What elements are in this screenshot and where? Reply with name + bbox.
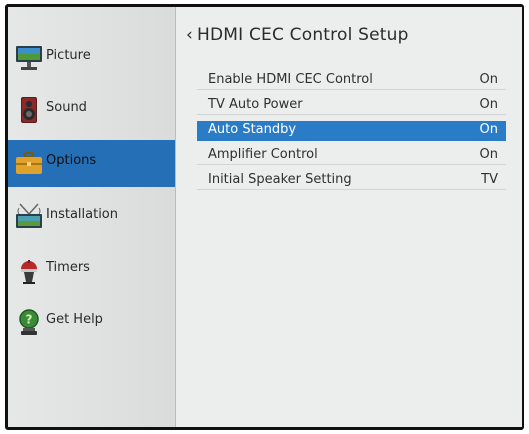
sidebar: Picture Sound Options Installation Timer… bbox=[8, 7, 175, 427]
setting-value: On bbox=[479, 72, 498, 87]
setting-row-tv-auto-power[interactable]: TV Auto Power On bbox=[197, 96, 506, 115]
setting-row-amplifier-control[interactable]: Amplifier Control On bbox=[197, 146, 506, 165]
menu-panel: Picture Sound Options Installation Timer… bbox=[8, 7, 522, 427]
setting-label: Amplifier Control bbox=[208, 147, 318, 162]
setting-label: Auto Standby bbox=[208, 122, 297, 137]
setting-row-auto-standby[interactable]: Auto Standby On bbox=[197, 121, 506, 141]
sidebar-item-picture[interactable]: Picture bbox=[8, 35, 175, 81]
help-icon: ? bbox=[15, 307, 43, 337]
sidebar-divider bbox=[175, 7, 176, 427]
page-title-text: HDMI CEC Control Setup bbox=[197, 25, 409, 45]
setting-value: On bbox=[479, 147, 498, 162]
page-title: ‹ HDMI CEC Control Setup bbox=[186, 25, 409, 45]
sidebar-item-timers[interactable]: Timers bbox=[8, 247, 175, 293]
sidebar-item-label: Get Help bbox=[46, 312, 103, 327]
sidebar-item-options[interactable]: Options bbox=[8, 140, 175, 187]
timer-icon bbox=[15, 255, 43, 285]
sidebar-item-label: Picture bbox=[46, 48, 91, 63]
setting-label: Enable HDMI CEC Control bbox=[208, 72, 373, 87]
svg-text:?: ? bbox=[26, 313, 33, 327]
tv-screen: Picture Sound Options Installation Timer… bbox=[5, 4, 524, 430]
sidebar-item-installation[interactable]: Installation bbox=[8, 194, 175, 240]
setting-value: On bbox=[479, 122, 498, 137]
speaker-icon bbox=[15, 95, 43, 125]
settings-panel: ‹ HDMI CEC Control Setup Enable HDMI CEC … bbox=[178, 7, 522, 427]
sidebar-item-label: Sound bbox=[46, 100, 87, 115]
back-chevron-icon[interactable]: ‹ bbox=[186, 25, 193, 45]
sidebar-item-label: Installation bbox=[46, 207, 119, 222]
options-toolbox-icon bbox=[15, 149, 43, 179]
sidebar-item-get-help[interactable]: ? Get Help bbox=[8, 299, 175, 345]
setting-row-initial-speaker-setting[interactable]: Initial Speaker Setting TV bbox=[197, 171, 506, 190]
setting-value: TV bbox=[481, 172, 498, 187]
setting-label: Initial Speaker Setting bbox=[208, 172, 352, 187]
antenna-icon bbox=[15, 202, 43, 232]
setting-value: On bbox=[479, 97, 498, 112]
sidebar-item-sound[interactable]: Sound bbox=[8, 87, 175, 133]
picture-icon bbox=[15, 43, 43, 73]
setting-label: TV Auto Power bbox=[208, 97, 303, 112]
setting-row-enable-hdmi-cec[interactable]: Enable HDMI CEC Control On bbox=[197, 71, 506, 90]
sidebar-item-label: Options bbox=[46, 153, 97, 168]
sidebar-item-label: Timers bbox=[46, 260, 90, 275]
